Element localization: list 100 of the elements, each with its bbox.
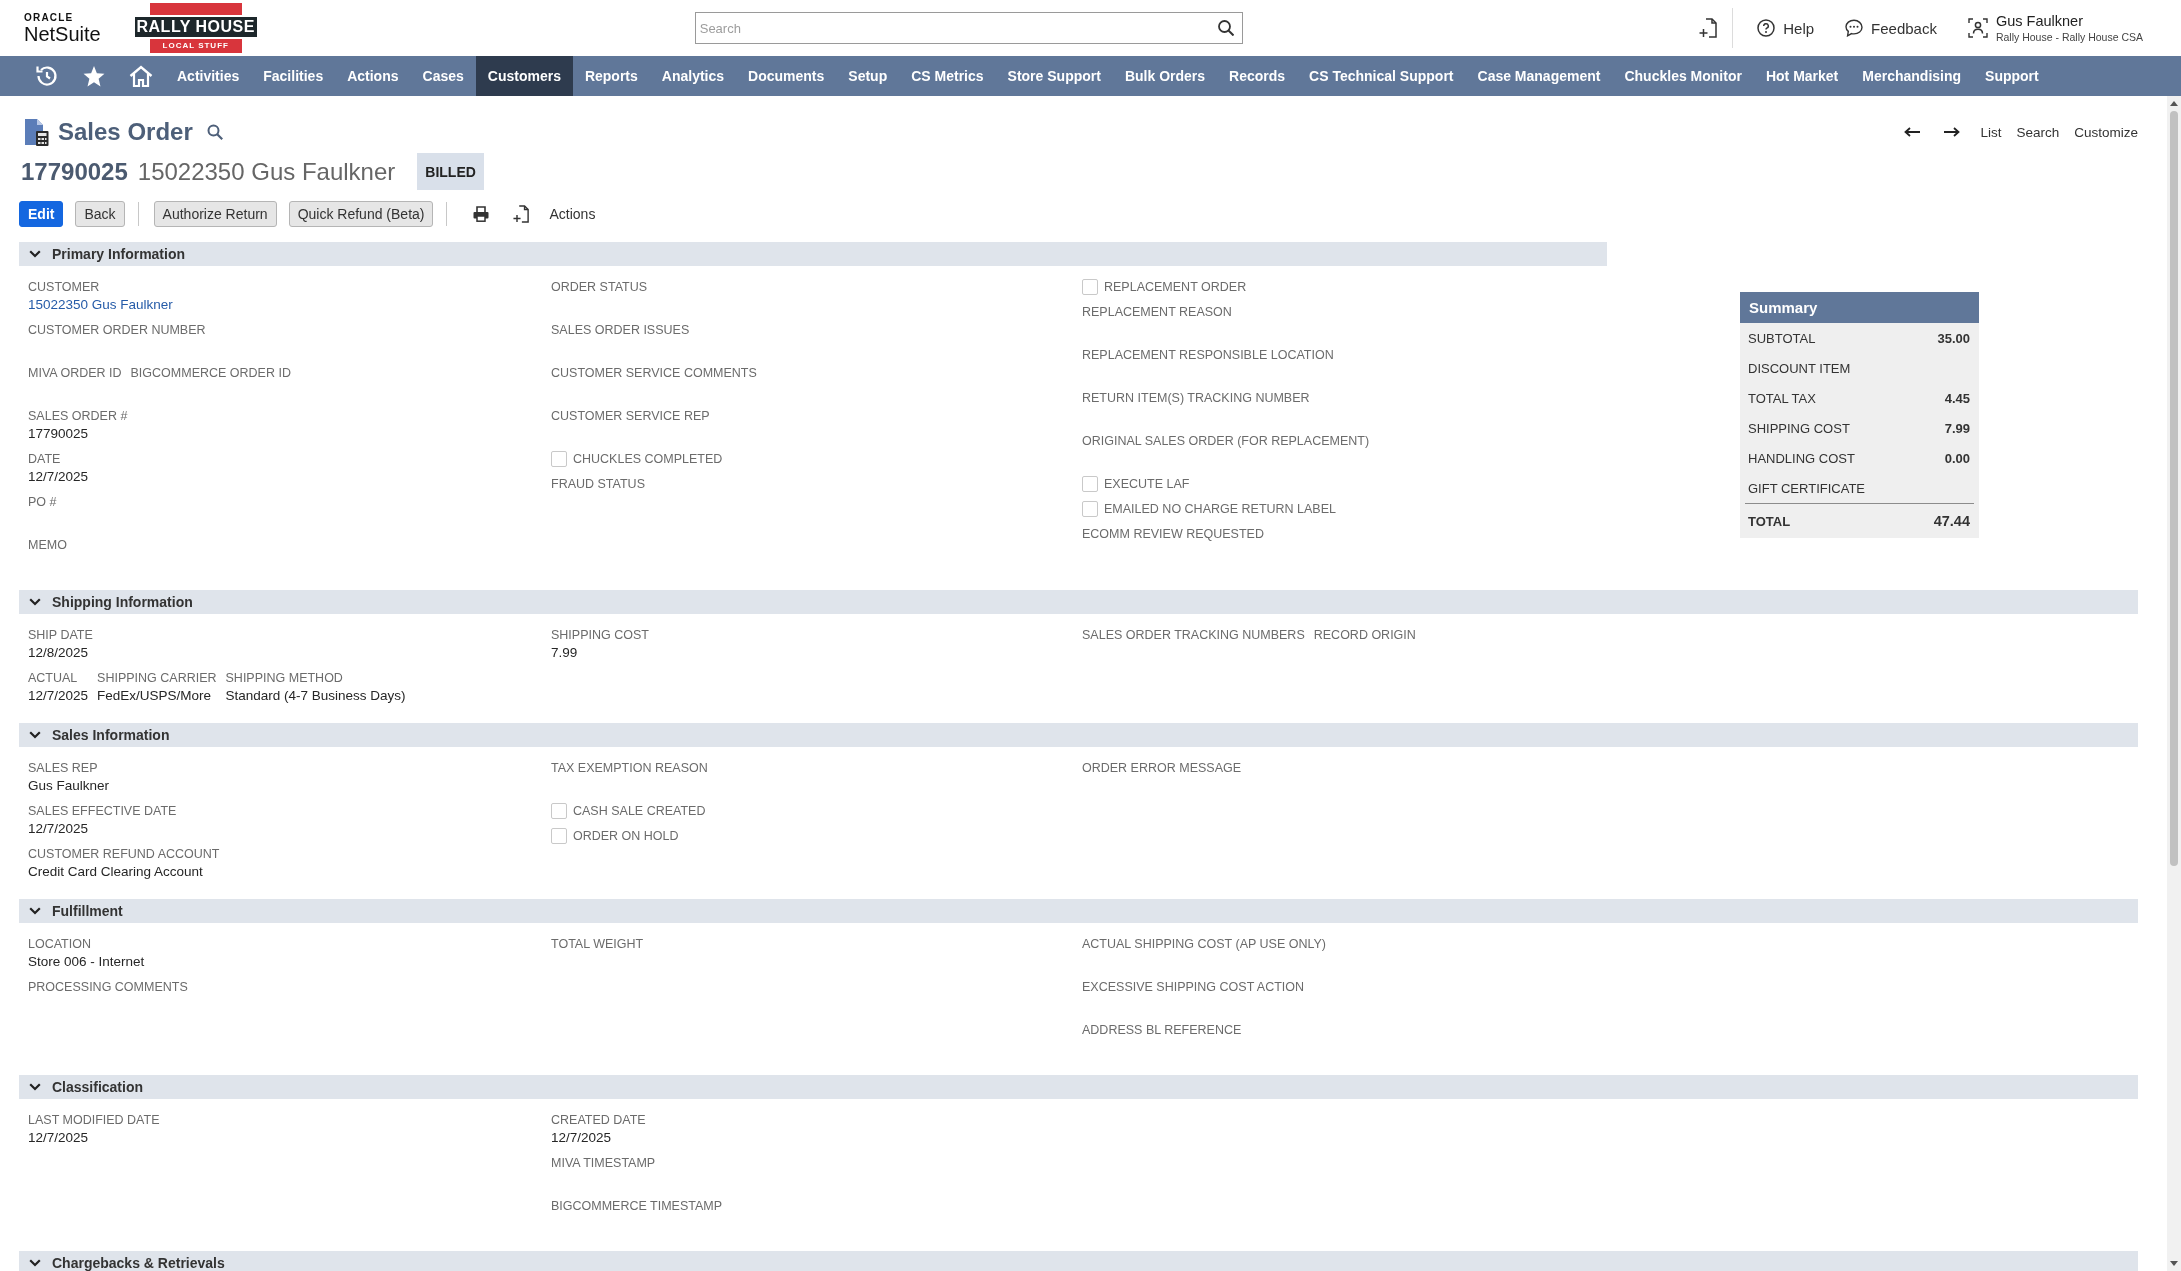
nav-menu-item[interactable]: Reports xyxy=(572,56,650,96)
status-badge: BILLED xyxy=(417,153,484,190)
summary-label: DISCOUNT ITEM xyxy=(1748,360,1851,376)
nav-menu-item[interactable]: CS Technical Support xyxy=(1297,56,1466,96)
printer-icon[interactable] xyxy=(473,206,490,222)
scroll-up-icon[interactable] xyxy=(2170,101,2178,106)
document-plus-icon[interactable] xyxy=(513,205,530,223)
field-label: CUSTOMER xyxy=(28,279,100,296)
star-icon[interactable] xyxy=(83,65,105,87)
nav-menu-item[interactable]: Analytics xyxy=(649,56,737,96)
document-calculator-icon xyxy=(24,118,49,146)
user-role: Rally House - Rally House CSA xyxy=(1995,30,2143,44)
checkbox[interactable] xyxy=(551,451,567,467)
user-name[interactable]: Gus Faulkner xyxy=(1995,12,2083,30)
section-header[interactable]: Primary Information xyxy=(19,242,1607,266)
checkbox-label: EMAILED NO CHARGE RETURN LABEL xyxy=(1104,501,1336,518)
checkbox[interactable] xyxy=(1082,501,1098,517)
nav-menu-item[interactable]: Merchandising xyxy=(1850,56,1974,96)
page-title: Sales Order xyxy=(58,117,193,147)
section-header[interactable]: Shipping Information xyxy=(19,590,2138,614)
toolbar-button[interactable]: Back xyxy=(75,201,125,227)
field-label: BIGCOMMERCE ORDER ID xyxy=(130,365,291,382)
checkbox[interactable] xyxy=(1082,279,1098,295)
field-label: TOTAL WEIGHT xyxy=(551,936,644,953)
actions-menu[interactable]: Actions xyxy=(549,206,596,222)
search-icon[interactable] xyxy=(206,124,223,140)
record-name: 15022350 Gus Faulkner xyxy=(137,157,396,186)
summary-label: HANDLING COST xyxy=(1748,450,1855,466)
summary-label: TOTAL TAX xyxy=(1748,390,1816,406)
summary-value: 0.00 xyxy=(1944,450,1970,466)
checkbox[interactable] xyxy=(551,828,567,844)
field-label: REPLACEMENT RESPONSIBLE LOCATION xyxy=(1082,347,1334,364)
vendor-wordmark: ORACLE xyxy=(24,12,75,23)
toolbar-button[interactable]: Edit xyxy=(19,201,64,227)
field-label: SALES ORDER TRACKING NUMBERS xyxy=(1082,627,1305,644)
logo-wordmark: RALLY HOUSE xyxy=(132,15,259,39)
field-label: REPLACEMENT REASON xyxy=(1082,304,1232,321)
field-label: MIVA TIMESTAMP xyxy=(551,1155,656,1172)
document-plus-icon[interactable] xyxy=(1699,18,1718,38)
search-field[interactable]: Search xyxy=(694,12,1243,44)
checkbox[interactable] xyxy=(1082,476,1098,492)
nav-menu-item[interactable]: Customers xyxy=(475,56,573,96)
section-header[interactable]: Fulfillment xyxy=(19,899,2138,923)
nav-menu-item[interactable]: Records xyxy=(1217,56,1298,96)
record-nav-link[interactable]: Customize xyxy=(2074,124,2138,140)
nav-menu-item[interactable]: CS Metrics xyxy=(899,56,996,96)
field-label: SHIPPING METHOD xyxy=(225,670,343,687)
nav-menu-item[interactable]: Facilities xyxy=(251,56,336,96)
nav-menu-item[interactable]: Actions xyxy=(335,56,411,96)
nav-menu-item[interactable]: Cases xyxy=(410,56,476,96)
previous-arrow-icon[interactable] xyxy=(1904,127,1921,137)
nav-menu-item[interactable]: Hot Market xyxy=(1753,56,1851,96)
nav-menu-item[interactable]: Case Management xyxy=(1465,56,1613,96)
home-icon[interactable] xyxy=(129,65,153,87)
summary-total-label: TOTAL xyxy=(1748,513,1791,529)
record-nav-link[interactable]: Search xyxy=(2016,124,2060,140)
field-value: 12/7/2025 xyxy=(28,468,89,486)
record-nav-link[interactable]: List xyxy=(1980,124,2002,140)
help-icon xyxy=(1757,19,1776,37)
field-label: SALES EFFECTIVE DATE xyxy=(28,803,177,820)
summary-value: 7.99 xyxy=(1944,420,1970,436)
section-header[interactable]: Classification xyxy=(19,1075,2138,1099)
nav-menu-item[interactable]: Documents xyxy=(736,56,837,96)
nav-menu-item[interactable]: Support xyxy=(1973,56,2051,96)
field-label: LOCATION xyxy=(28,936,91,953)
field-value: 7.99 xyxy=(551,644,578,662)
summary-header: Summary xyxy=(1740,292,1979,323)
field-link[interactable]: 15022350 Gus Faulkner xyxy=(28,296,173,314)
field-label: CUSTOMER SERVICE REP xyxy=(551,408,710,425)
field-label: ACTUAL SHIPPING COST (AP USE ONLY) xyxy=(1082,936,1327,953)
toolbar-button[interactable]: Quick Refund (Beta) xyxy=(288,201,434,227)
field-label: CUSTOMER SERVICE COMMENTS xyxy=(551,365,757,382)
feedback-link[interactable]: Feedback xyxy=(1845,19,1937,37)
checkbox-label: EXECUTE LAF xyxy=(1104,476,1190,493)
summary-label: SUBTOTAL xyxy=(1748,330,1816,346)
summary-label: SHIPPING COST xyxy=(1748,420,1850,436)
field-label: SALES ORDER # xyxy=(28,408,128,425)
nav-menu-item[interactable]: Activities xyxy=(165,56,252,96)
person-icon[interactable] xyxy=(1967,18,1988,38)
field-label: SHIP DATE xyxy=(28,627,93,644)
scrollbar-thumb[interactable] xyxy=(2170,111,2178,866)
toolbar-button[interactable]: Authorize Return xyxy=(153,201,277,227)
checkbox-label: CASH SALE CREATED xyxy=(573,803,706,820)
help-link[interactable]: Help xyxy=(1757,19,1815,37)
nav-menu-item[interactable]: Setup xyxy=(836,56,900,96)
next-arrow-icon[interactable] xyxy=(1944,127,1961,137)
nav-menu-item[interactable]: Store Support xyxy=(995,56,1113,96)
history-icon[interactable] xyxy=(35,64,59,88)
field-label: MEMO xyxy=(28,537,67,554)
field-label: ADDRESS BL REFERENCE xyxy=(1082,1022,1242,1039)
summary-value: 4.45 xyxy=(1944,390,1970,406)
search-icon[interactable] xyxy=(1217,20,1234,36)
scroll-down-icon[interactable] xyxy=(2170,1261,2178,1266)
nav-menu-item[interactable]: Chuckles Monitor xyxy=(1612,56,1754,96)
section-header[interactable]: Chargebacks & Retrievals xyxy=(19,1251,2138,1271)
logo-tagline: LOCAL STUFF xyxy=(162,41,229,50)
checkbox[interactable] xyxy=(551,803,567,819)
field-label: BIGCOMMERCE TIMESTAMP xyxy=(551,1198,723,1215)
nav-menu-item[interactable]: Bulk Orders xyxy=(1112,56,1218,96)
section-header[interactable]: Sales Information xyxy=(19,723,2138,747)
